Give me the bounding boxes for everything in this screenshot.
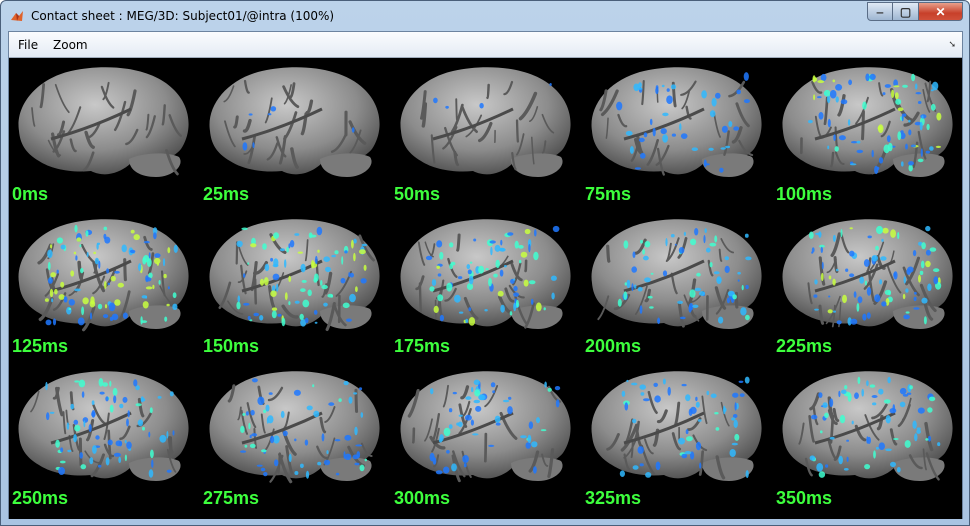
cortex-surface	[18, 67, 189, 177]
frame-time-label: 50ms	[394, 184, 441, 204]
brain-frame[interactable]: 225ms	[775, 213, 966, 365]
cortex-surface	[18, 371, 189, 481]
brain-frame[interactable]: 125ms	[11, 213, 202, 365]
menu-bar: File Zoom ➘	[9, 32, 962, 58]
brain-frame[interactable]: 200ms	[584, 213, 775, 365]
brain-frame[interactable]: 250ms	[11, 365, 202, 517]
caption-buttons: ‒ ▢ ✕	[867, 2, 963, 22]
frame-time-label: 225ms	[776, 336, 833, 356]
close-button[interactable]: ✕	[919, 2, 963, 21]
brain-frame[interactable]: 50ms	[393, 61, 584, 213]
brain-frame[interactable]: 0ms	[11, 61, 202, 213]
brain-frame[interactable]: 325ms	[584, 365, 775, 517]
frame-time-label: 0ms	[12, 184, 49, 204]
cortex-surface	[209, 371, 380, 484]
cortex-surface	[400, 67, 571, 177]
cortex-surface	[591, 219, 762, 329]
figure-area: File Zoom ➘ 0ms 25ms 50ms 75ms 100ms 125ms 150…	[8, 31, 963, 519]
brain-frame[interactable]: 75ms	[584, 61, 775, 213]
cortex-surface	[400, 219, 571, 329]
minimize-button[interactable]: ‒	[867, 2, 893, 21]
frame-time-label: 200ms	[585, 336, 642, 356]
cortex-surface	[18, 219, 189, 332]
window-title: Contact sheet : MEG/3D: Subject01/@intra…	[31, 9, 335, 23]
cortex-surface	[782, 67, 953, 177]
cortex-surface	[209, 219, 380, 332]
title-bar[interactable]: Contact sheet : MEG/3D: Subject01/@intra…	[1, 1, 969, 31]
frame-time-label: 350ms	[776, 488, 833, 508]
contact-sheet-grid: 0ms 25ms 50ms 75ms 100ms 125ms 150ms 175ms 200ms…	[9, 59, 962, 519]
menu-file[interactable]: File	[18, 38, 38, 52]
cortex-surface	[209, 67, 380, 177]
brain-frame[interactable]: 300ms	[393, 365, 584, 517]
frame-time-label: 325ms	[585, 488, 642, 508]
frame-time-label: 250ms	[12, 488, 69, 508]
frame-time-label: 300ms	[394, 488, 451, 508]
brain-frame[interactable]: 350ms	[775, 365, 966, 517]
cortex-surface	[591, 371, 762, 481]
cortex-surface	[400, 371, 571, 483]
contact-sheet-window: Contact sheet : MEG/3D: Subject01/@intra…	[0, 0, 970, 526]
cortex-surface	[782, 219, 953, 329]
cortex-surface	[591, 67, 762, 177]
frame-time-label: 275ms	[203, 488, 260, 508]
menu-zoom[interactable]: Zoom	[53, 38, 88, 52]
maximize-button[interactable]: ▢	[893, 2, 919, 21]
frame-time-label: 75ms	[585, 184, 632, 204]
frame-time-label: 25ms	[203, 184, 250, 204]
frame-time-label: 175ms	[394, 336, 451, 356]
brain-frame[interactable]: 275ms	[202, 365, 393, 517]
frame-time-label: 125ms	[12, 336, 69, 356]
brain-frame[interactable]: 175ms	[393, 213, 584, 365]
toolbar-toggle-icon[interactable]: ➘	[948, 39, 956, 50]
brain-frame[interactable]: 25ms	[202, 61, 393, 213]
matlab-app-icon	[11, 11, 23, 21]
brain-frame[interactable]: 150ms	[202, 213, 393, 365]
frame-time-label: 150ms	[203, 336, 260, 356]
brain-frame[interactable]: 100ms	[775, 61, 966, 213]
cortex-surface	[782, 371, 953, 481]
frame-time-label: 100ms	[776, 184, 833, 204]
